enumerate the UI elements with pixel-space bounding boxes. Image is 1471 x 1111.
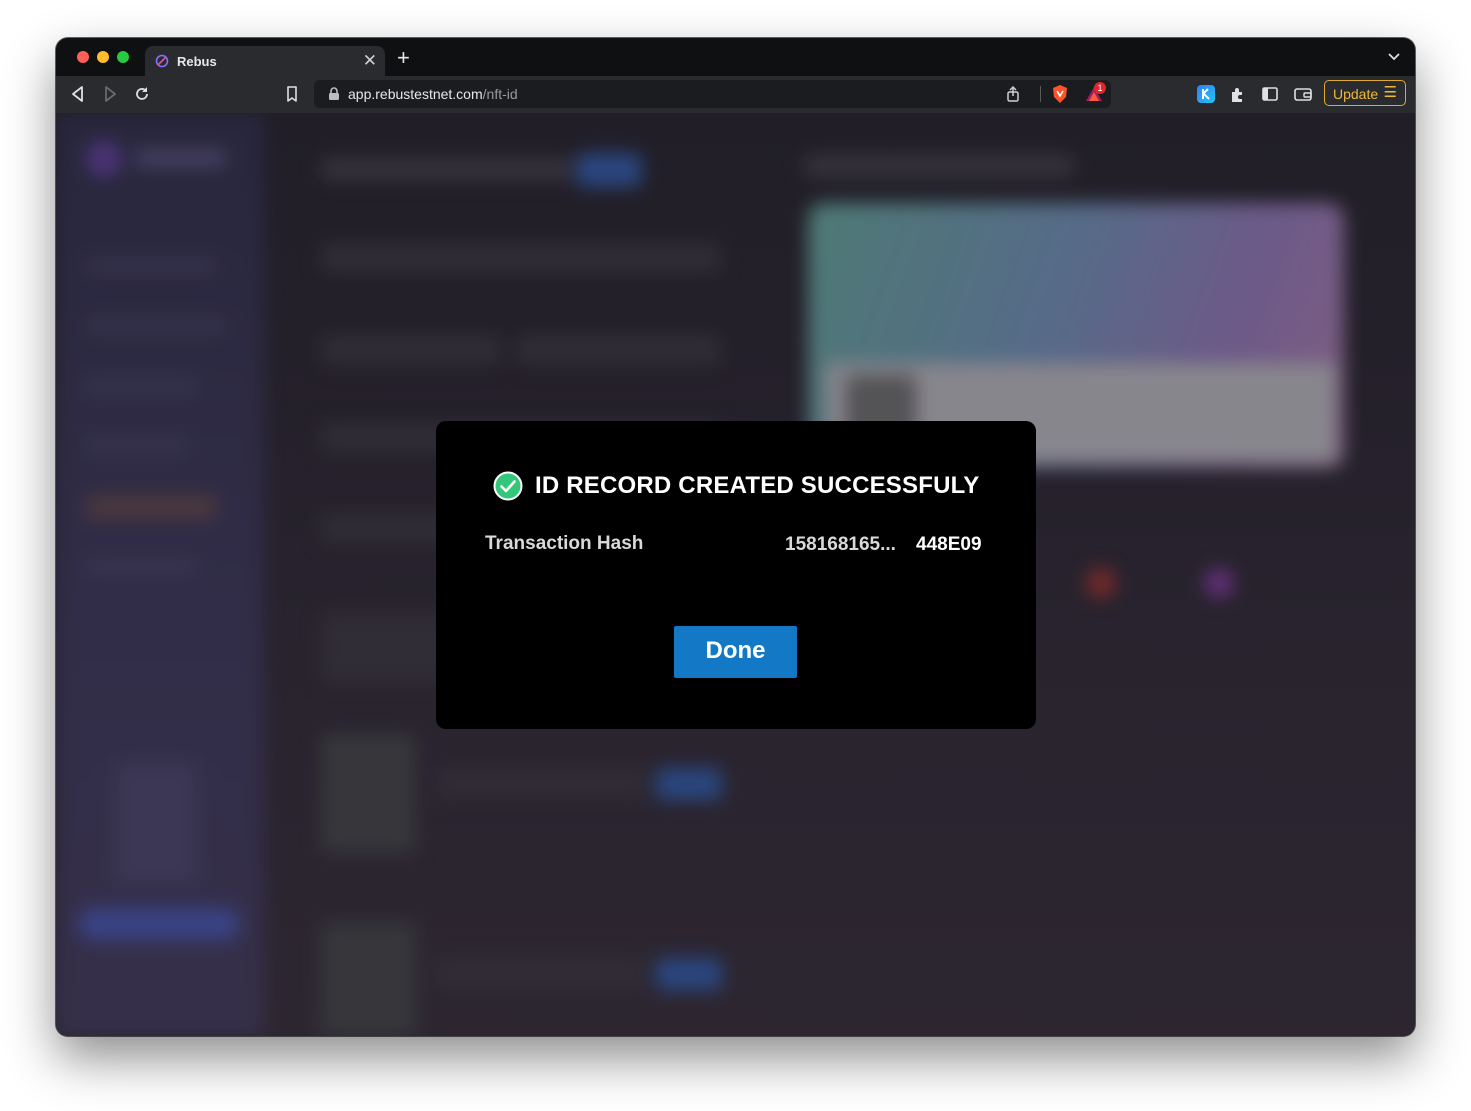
browser-window: Rebus ✕ + app.rebustestnet.com/nft-id 1 … (56, 38, 1415, 1036)
close-window-button[interactable] (77, 51, 89, 63)
modal-title-row: ID RECORD CREATED SUCCESSFULY (436, 471, 1036, 503)
address-divider (1040, 86, 1041, 102)
url-path: /nft-id (482, 86, 518, 102)
tab-rebus[interactable]: Rebus ✕ (145, 46, 385, 76)
address-bar[interactable]: app.rebustestnet.com/nft-id 1 (314, 80, 1111, 108)
rebus-favicon-icon (155, 54, 169, 68)
transaction-hash-prefix[interactable]: 158168165... (785, 534, 896, 556)
lock-icon (329, 87, 339, 100)
url-host: app.rebustestnet.com (348, 86, 483, 102)
page-content: ID RECORD CREATED SUCCESSFULY Transactio… (56, 113, 1415, 1036)
browser-toolbar: app.rebustestnet.com/nft-id 1 Update ☰ (56, 76, 1415, 113)
tab-title: Rebus (177, 54, 217, 69)
reload-icon[interactable] (132, 84, 152, 104)
sidebar-toggle-icon[interactable] (1260, 84, 1280, 104)
share-icon[interactable] (1004, 85, 1022, 103)
minimize-window-button[interactable] (97, 51, 109, 63)
extensions-puzzle-icon[interactable] (1228, 84, 1248, 104)
rewards-badge: 1 (1094, 82, 1106, 94)
done-button[interactable]: Done (674, 626, 797, 678)
wallet-icon[interactable] (1293, 84, 1313, 104)
url-text: app.rebustestnet.com/nft-id (348, 86, 518, 102)
transaction-hash-suffix[interactable]: 448E09 (916, 534, 982, 556)
tab-strip: Rebus ✕ + (56, 38, 1415, 76)
bookmark-icon[interactable] (282, 84, 302, 104)
done-button-label: Done (705, 637, 766, 664)
back-icon[interactable] (68, 84, 88, 104)
forward-icon[interactable] (100, 84, 120, 104)
menu-icon: ☰ (1383, 84, 1397, 101)
tab-list-chevron-icon[interactable] (1387, 50, 1401, 64)
update-label: Update (1333, 86, 1379, 102)
success-modal: ID RECORD CREATED SUCCESSFULY Transactio… (436, 421, 1036, 729)
modal-title: ID RECORD CREATED SUCCESSFULY (534, 472, 980, 499)
new-tab-button[interactable]: + (397, 47, 410, 69)
close-tab-icon[interactable]: ✕ (363, 51, 377, 71)
k-letter-glyph (1202, 88, 1210, 100)
brave-shields-icon[interactable] (1050, 84, 1070, 104)
checkmark-circle-icon (493, 471, 523, 501)
maximize-window-button[interactable] (117, 51, 129, 63)
k-extension-icon[interactable] (1197, 85, 1215, 103)
update-button[interactable]: Update ☰ (1324, 80, 1406, 106)
transaction-hash-label: Transaction Hash (485, 533, 644, 554)
